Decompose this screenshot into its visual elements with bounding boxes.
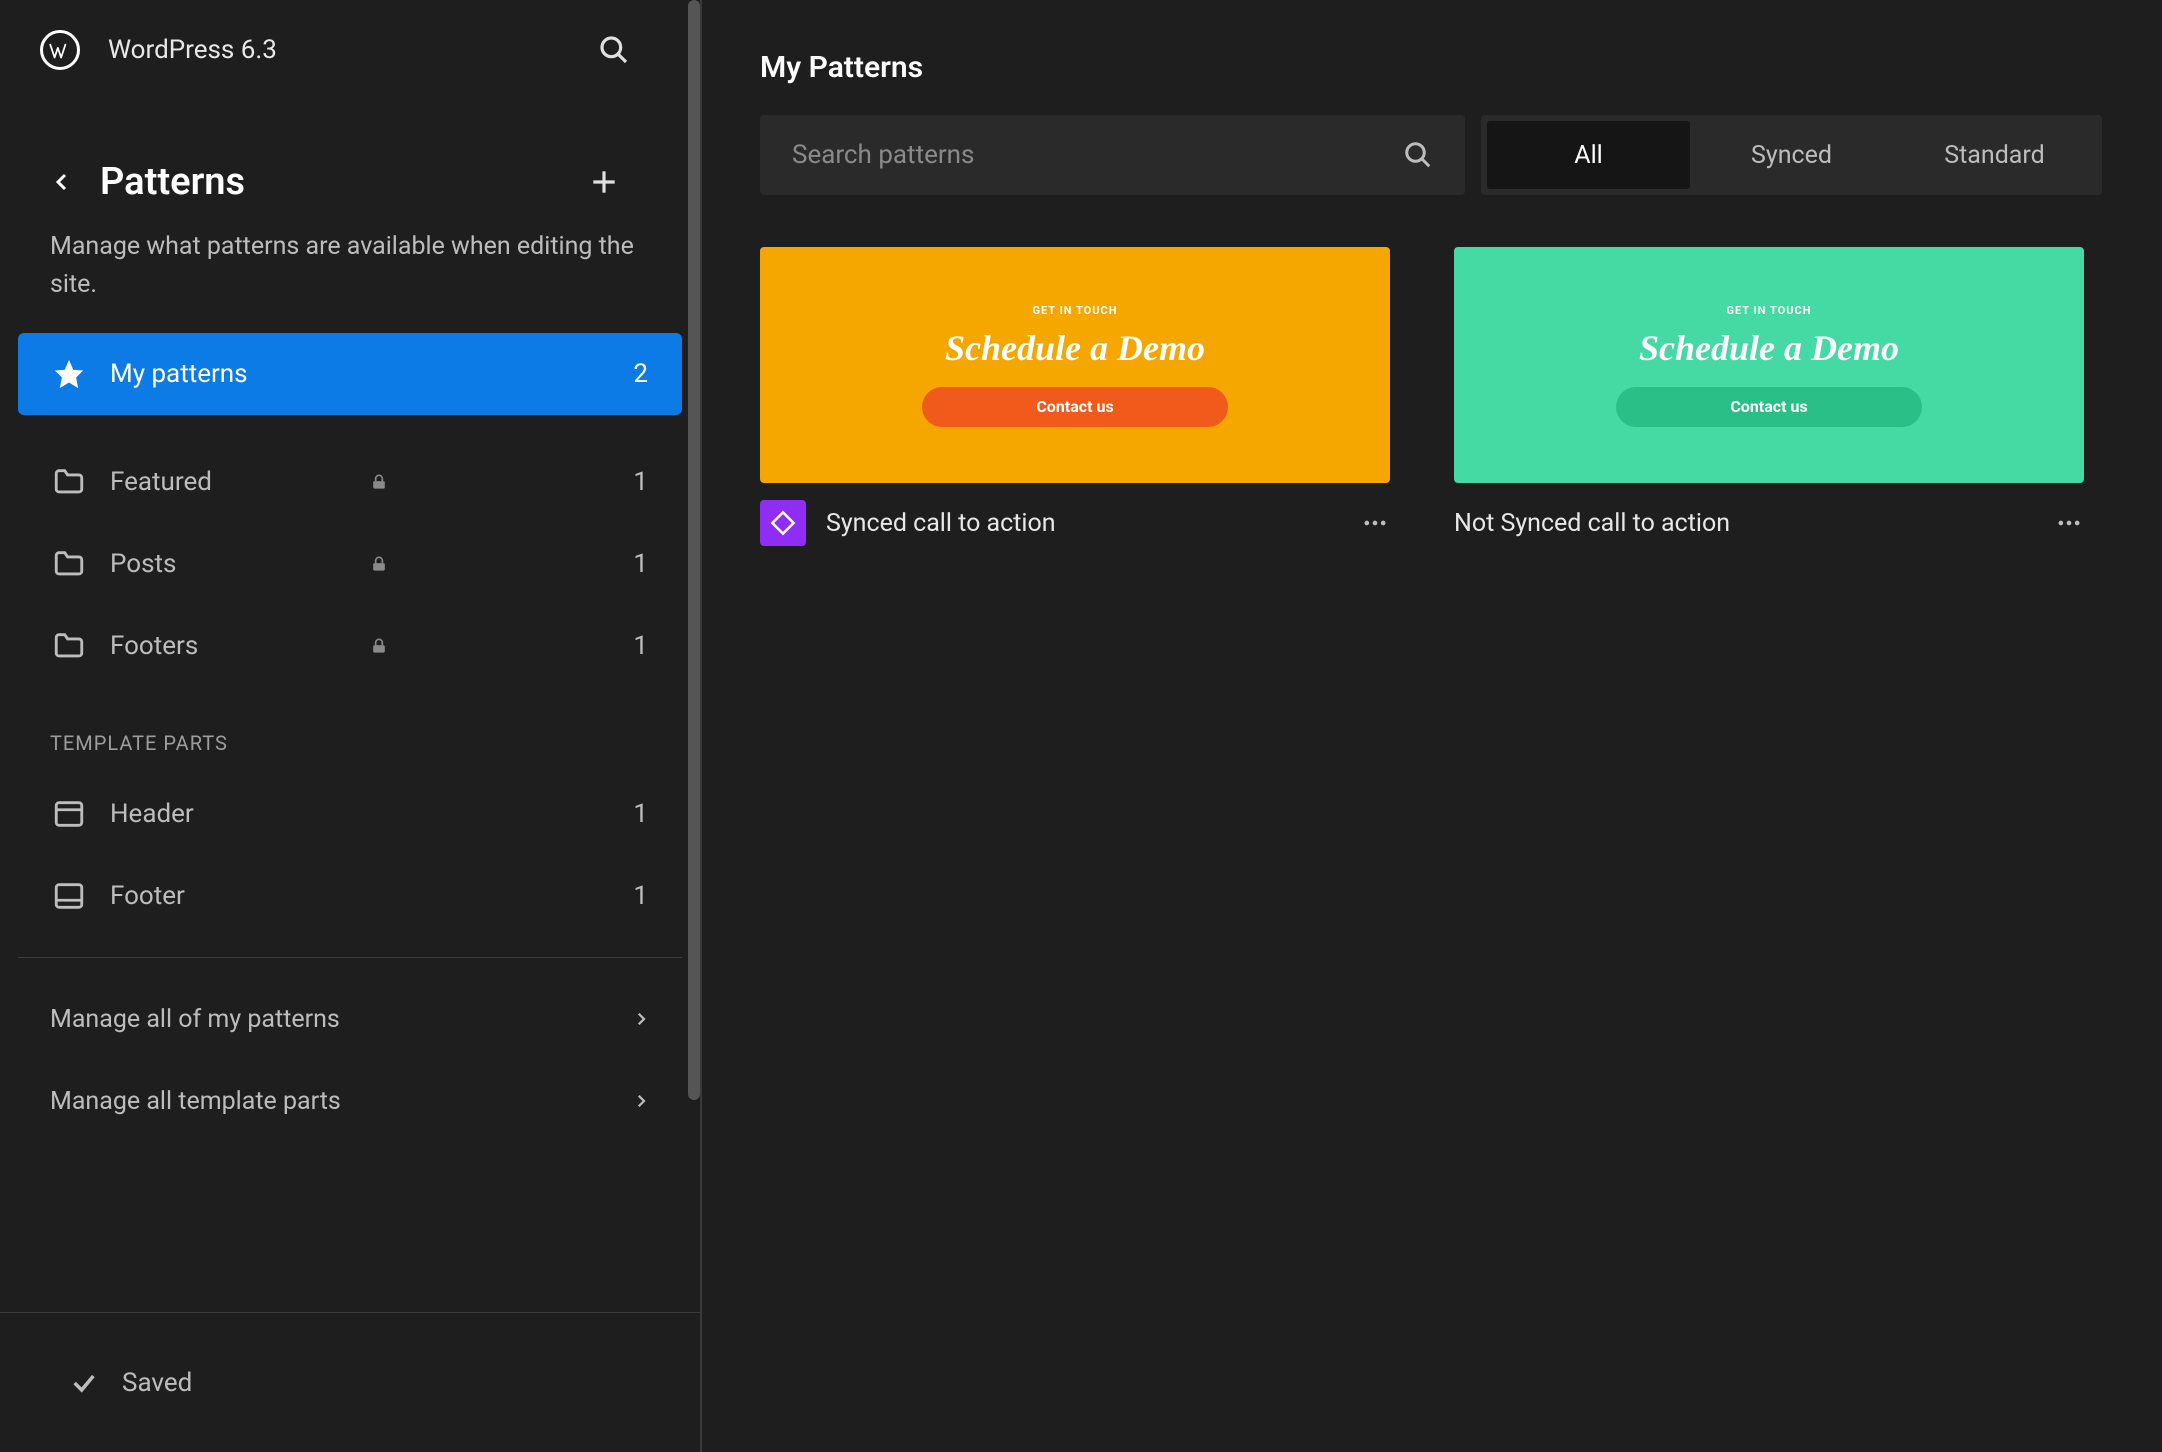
- back-button[interactable]: [50, 170, 74, 194]
- search-patterns-input[interactable]: [760, 115, 1465, 195]
- pattern-name[interactable]: Not Synced call to action: [1454, 509, 2034, 538]
- manage-all-patterns-link[interactable]: Manage all of my patterns: [0, 978, 700, 1060]
- search-input[interactable]: [792, 140, 1403, 170]
- check-icon: [70, 1369, 98, 1397]
- sidebar-item-footers[interactable]: Footers 1: [18, 605, 682, 687]
- sidebar-item-label: My patterns: [110, 359, 633, 389]
- sidebar-divider: [700, 0, 702, 1452]
- site-title: WordPress 6.3: [108, 35, 570, 65]
- sidebar-item-count: 1: [633, 549, 648, 579]
- filter-standard-button[interactable]: Standard: [1893, 121, 2096, 189]
- star-icon: [52, 357, 86, 391]
- folder-icon: [52, 629, 86, 663]
- folder-icon: [52, 465, 86, 499]
- preview-cta: Contact us: [1616, 387, 1922, 427]
- lock-icon: [369, 636, 389, 656]
- footer-layout-icon: [52, 879, 86, 913]
- wordpress-logo-icon[interactable]: [40, 30, 80, 70]
- sidebar-item-header-part[interactable]: Header 1: [18, 773, 682, 855]
- page-title: My Patterns: [760, 50, 2102, 85]
- preview-eyebrow: GET IN TOUCH: [1727, 304, 1812, 317]
- chevron-right-icon: [632, 1092, 650, 1110]
- folder-icon: [52, 547, 86, 581]
- saved-status: Saved: [0, 1312, 700, 1452]
- sidebar-item-my-patterns[interactable]: My patterns 2: [18, 333, 682, 415]
- pattern-actions-button[interactable]: [1360, 508, 1390, 538]
- pattern-preview[interactable]: GET IN TOUCH Schedule a Demo Contact us: [760, 247, 1390, 483]
- lock-icon: [369, 472, 389, 492]
- manage-link-label: Manage all template parts: [50, 1087, 632, 1116]
- sidebar-item-label: Featured: [110, 467, 355, 497]
- manage-all-template-parts-link[interactable]: Manage all template parts: [0, 1060, 700, 1142]
- preview-headline: Schedule a Demo: [1639, 327, 1899, 369]
- chevron-right-icon: [632, 1010, 650, 1028]
- header-layout-icon: [52, 797, 86, 831]
- sidebar-item-posts[interactable]: Posts 1: [18, 523, 682, 605]
- pattern-actions-button[interactable]: [2054, 508, 2084, 538]
- synced-pattern-icon: [760, 500, 806, 546]
- sidebar-scrollbar[interactable]: [688, 0, 700, 1100]
- preview-headline: Schedule a Demo: [945, 327, 1205, 369]
- pattern-name[interactable]: Synced call to action: [826, 509, 1340, 538]
- preview-eyebrow: GET IN TOUCH: [1033, 304, 1118, 317]
- panel-description: Manage what patterns are available when …: [0, 214, 700, 333]
- lock-icon: [369, 554, 389, 574]
- sidebar-divider: [18, 957, 682, 958]
- filter-synced-button[interactable]: Synced: [1690, 121, 1893, 189]
- open-command-palette-button[interactable]: [598, 34, 630, 66]
- pattern-card: GET IN TOUCH Schedule a Demo Contact us …: [760, 247, 1390, 563]
- panel-title: Patterns: [100, 160, 588, 204]
- sidebar-item-count: 2: [633, 359, 648, 389]
- manage-link-label: Manage all of my patterns: [50, 1005, 632, 1034]
- filter-all-button[interactable]: All: [1487, 121, 1690, 189]
- preview-cta: Contact us: [922, 387, 1228, 427]
- add-pattern-button[interactable]: [588, 166, 620, 198]
- sidebar-item-count: 1: [633, 881, 648, 911]
- sidebar-item-label: Header: [110, 799, 633, 829]
- template-parts-heading: Template Parts: [0, 687, 700, 773]
- sidebar-item-label: Posts: [110, 549, 355, 579]
- pattern-card: GET IN TOUCH Schedule a Demo Contact us …: [1454, 247, 2084, 563]
- pattern-preview[interactable]: GET IN TOUCH Schedule a Demo Contact us: [1454, 247, 2084, 483]
- search-icon: [1403, 140, 1433, 170]
- sidebar-item-featured[interactable]: Featured 1: [18, 441, 682, 523]
- saved-label: Saved: [122, 1368, 192, 1398]
- sync-filter-group: All Synced Standard: [1481, 115, 2102, 195]
- sidebar-item-count: 1: [633, 467, 648, 497]
- sidebar-item-label: Footers: [110, 631, 355, 661]
- sidebar-item-count: 1: [633, 631, 648, 661]
- sidebar-item-count: 1: [633, 799, 648, 829]
- sidebar-item-label: Footer: [110, 881, 633, 911]
- sidebar-item-footer-part[interactable]: Footer 1: [18, 855, 682, 937]
